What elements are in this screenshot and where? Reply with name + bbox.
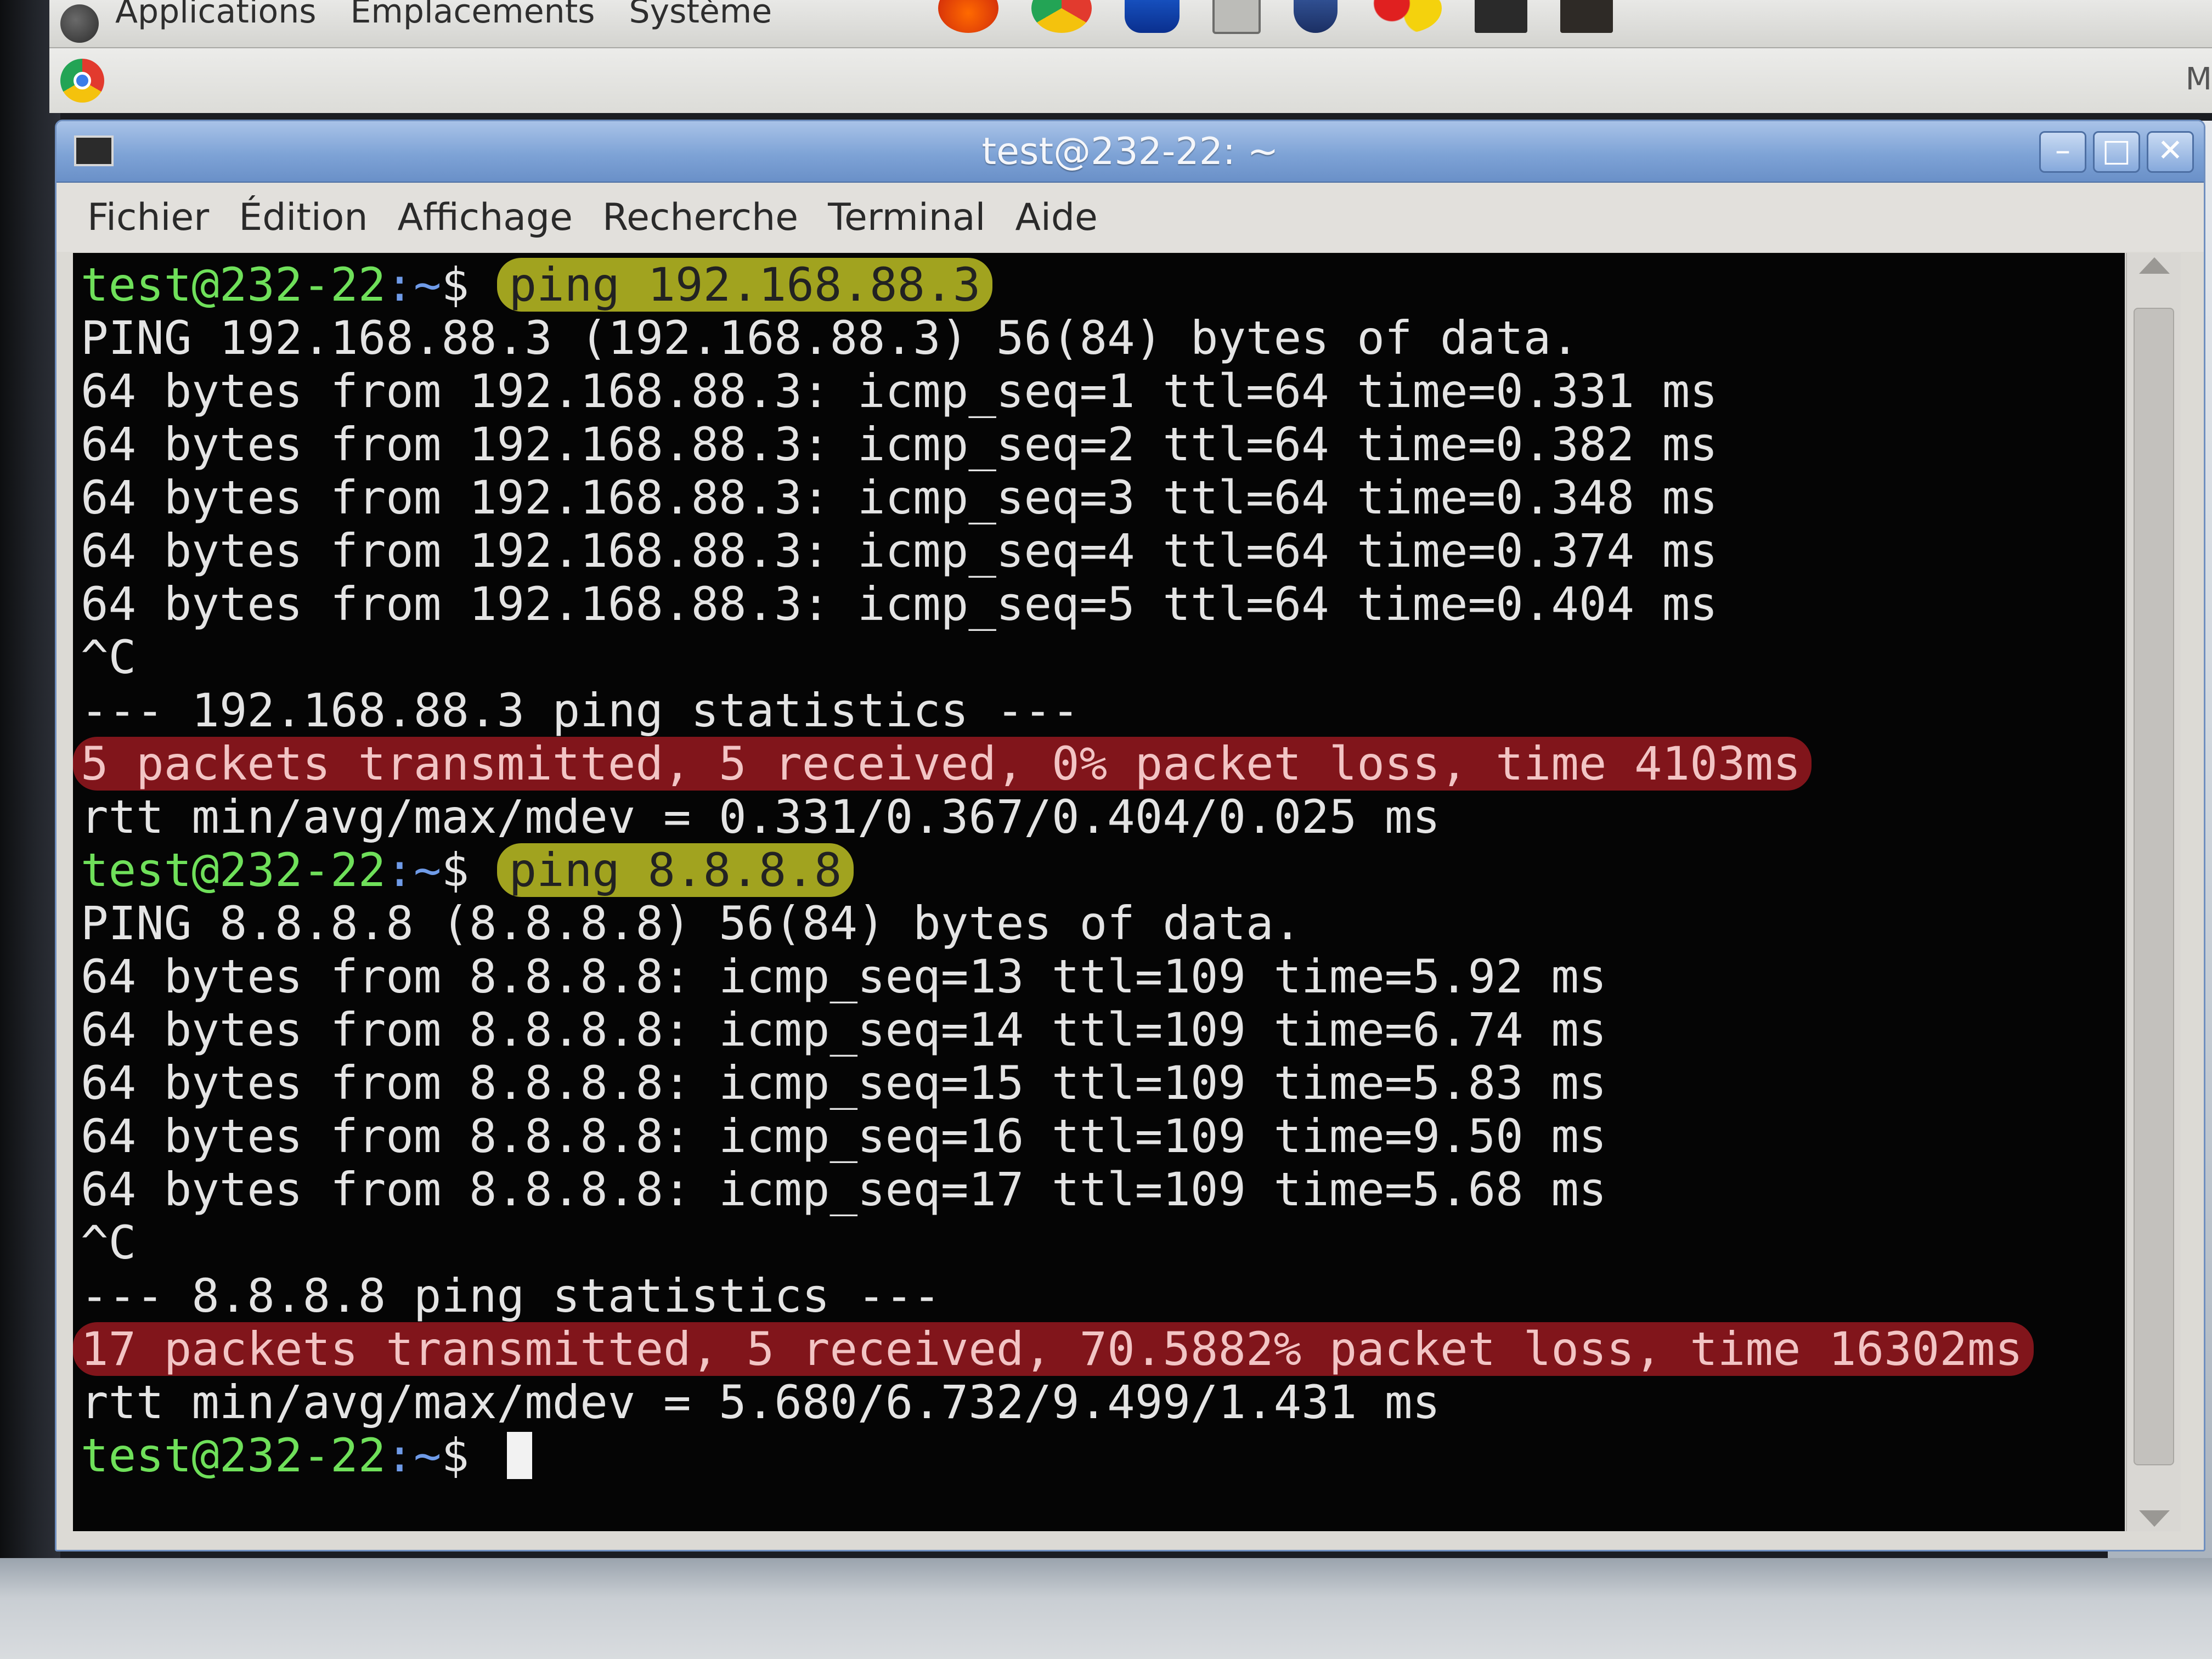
app-square-icon-2[interactable] xyxy=(1560,0,1613,33)
ping2-header: PING 8.8.8.8 (8.8.8.8) 56(84) bytes of d… xyxy=(81,896,1302,950)
box-icon[interactable] xyxy=(1212,0,1261,34)
maximize-button[interactable]: □ xyxy=(2093,131,2140,173)
menu-terminal[interactable]: Terminal xyxy=(828,196,985,239)
command-ping-google: ping 8.8.8.8 xyxy=(496,843,854,897)
ping1-reply: 64 bytes from 192.168.88.3: icmp_seq=2 t… xyxy=(81,417,1718,471)
firefox-icon[interactable] xyxy=(938,0,998,33)
ping1-stats-title: --- 192.168.88.3 ping statistics --- xyxy=(81,684,1080,737)
ping1-rtt: rtt min/avg/max/mdev = 0.331/0.367/0.404… xyxy=(81,790,1441,844)
ping2-reply: 64 bytes from 8.8.8.8: icmp_seq=14 ttl=1… xyxy=(81,1003,1607,1057)
menu-aide[interactable]: Aide xyxy=(1015,196,1097,239)
prompt-symbol: $ xyxy=(441,258,497,312)
prompt-path: :~ xyxy=(386,843,442,897)
scrollbar-thumb[interactable] xyxy=(2134,308,2174,1465)
window-titlebar[interactable]: test@232-22: ~ – □ ✕ xyxy=(57,121,2204,183)
menu-emplacements[interactable]: Emplacements xyxy=(351,0,595,31)
ping2-rtt: rtt min/avg/max/mdev = 5.680/6.732/9.499… xyxy=(81,1375,1441,1429)
menu-recherche[interactable]: Recherche xyxy=(602,196,798,239)
prompt-user: test@232-22 xyxy=(81,843,386,897)
ping2-summary: 17 packets transmitted, 5 received, 70.5… xyxy=(73,1322,2034,1376)
interrupt-line: ^C xyxy=(81,1216,137,1269)
gnome-foot-icon[interactable] xyxy=(60,4,99,43)
command-ping-local: ping 192.168.88.3 xyxy=(496,258,993,312)
dots-icon[interactable] xyxy=(1370,0,1442,33)
menubar: Fichier Édition Affichage Recherche Term… xyxy=(57,183,2204,252)
prompt-line-2: test@232-22:~$ ping 8.8.8.8 xyxy=(81,843,2125,897)
scroll-up-arrow-icon[interactable] xyxy=(2139,257,2170,274)
menu-systeme[interactable]: Système xyxy=(629,0,772,31)
ping1-summary: 5 packets transmitted, 5 received, 0% pa… xyxy=(73,737,1812,791)
ping1-header: PING 192.168.88.3 (192.168.88.3) 56(84) … xyxy=(81,311,1579,365)
panel-letter: M xyxy=(2185,61,2212,97)
desk-surface xyxy=(0,1558,2212,1659)
window-title: test@232-22: ~ xyxy=(981,130,1279,173)
menu-applications[interactable]: Applications xyxy=(115,0,317,31)
prompt-user: test@232-22 xyxy=(81,1429,386,1482)
top-panel: Applications Emplacements Système xyxy=(49,0,2212,48)
interrupt-line: ^C xyxy=(81,630,137,684)
ping2-reply: 64 bytes from 8.8.8.8: icmp_seq=15 ttl=1… xyxy=(81,1056,1607,1110)
prompt-path: :~ xyxy=(386,258,442,312)
prompt-path: :~ xyxy=(386,1429,442,1482)
prompt-symbol: $ xyxy=(441,843,497,897)
terminal-output[interactable]: test@232-22:~$ ping 192.168.88.3 PING 19… xyxy=(73,253,2125,1531)
ping2-reply: 64 bytes from 8.8.8.8: icmp_seq=17 ttl=1… xyxy=(81,1163,1607,1216)
terminal-scrollbar[interactable] xyxy=(2126,253,2181,1531)
ping1-summary-line: 5 packets transmitted, 5 received, 0% pa… xyxy=(73,737,2125,791)
minimize-button[interactable]: – xyxy=(2039,131,2086,173)
ping1-reply: 64 bytes from 192.168.88.3: icmp_seq=5 t… xyxy=(81,577,1718,631)
panel-launchers xyxy=(938,0,1646,34)
terminal-window: test@232-22: ~ – □ ✕ Fichier Édition Aff… xyxy=(55,120,2205,1551)
prompt-user: test@232-22 xyxy=(81,258,386,312)
close-button[interactable]: ✕ xyxy=(2147,131,2194,173)
prompt-line-1: test@232-22:~$ ping 192.168.88.3 xyxy=(81,258,2125,312)
scroll-down-arrow-icon[interactable] xyxy=(2139,1510,2170,1527)
prompt-line-3: test@232-22:~$ xyxy=(81,1429,2125,1482)
menu-fichier[interactable]: Fichier xyxy=(87,196,209,239)
monitor-bezel xyxy=(0,0,60,1659)
ping2-reply: 64 bytes from 8.8.8.8: icmp_seq=16 ttl=1… xyxy=(81,1109,1607,1163)
app-square-icon[interactable] xyxy=(1475,0,1527,33)
window-controls: – □ ✕ xyxy=(2039,131,2194,173)
ping1-reply: 64 bytes from 192.168.88.3: icmp_seq=4 t… xyxy=(81,524,1718,578)
shield-icon[interactable] xyxy=(1294,0,1338,33)
chrome-icon[interactable] xyxy=(1031,0,1092,33)
ping2-reply: 64 bytes from 8.8.8.8: icmp_seq=13 ttl=1… xyxy=(81,950,1607,1003)
menu-edition[interactable]: Édition xyxy=(239,196,368,239)
prompt-symbol: $ xyxy=(441,1429,497,1482)
ping2-stats-title: --- 8.8.8.8 ping statistics --- xyxy=(81,1269,941,1323)
chrome-launcher-icon[interactable] xyxy=(60,59,104,103)
secondary-panel: M xyxy=(49,48,2212,113)
blue-app-icon[interactable] xyxy=(1125,0,1180,33)
ping2-summary-line: 17 packets transmitted, 5 received, 70.5… xyxy=(73,1322,2125,1376)
text-cursor xyxy=(506,1432,532,1479)
ping1-reply: 64 bytes from 192.168.88.3: icmp_seq=1 t… xyxy=(81,364,1718,418)
menu-affichage[interactable]: Affichage xyxy=(398,196,573,239)
ping1-reply: 64 bytes from 192.168.88.3: icmp_seq=3 t… xyxy=(81,471,1718,524)
